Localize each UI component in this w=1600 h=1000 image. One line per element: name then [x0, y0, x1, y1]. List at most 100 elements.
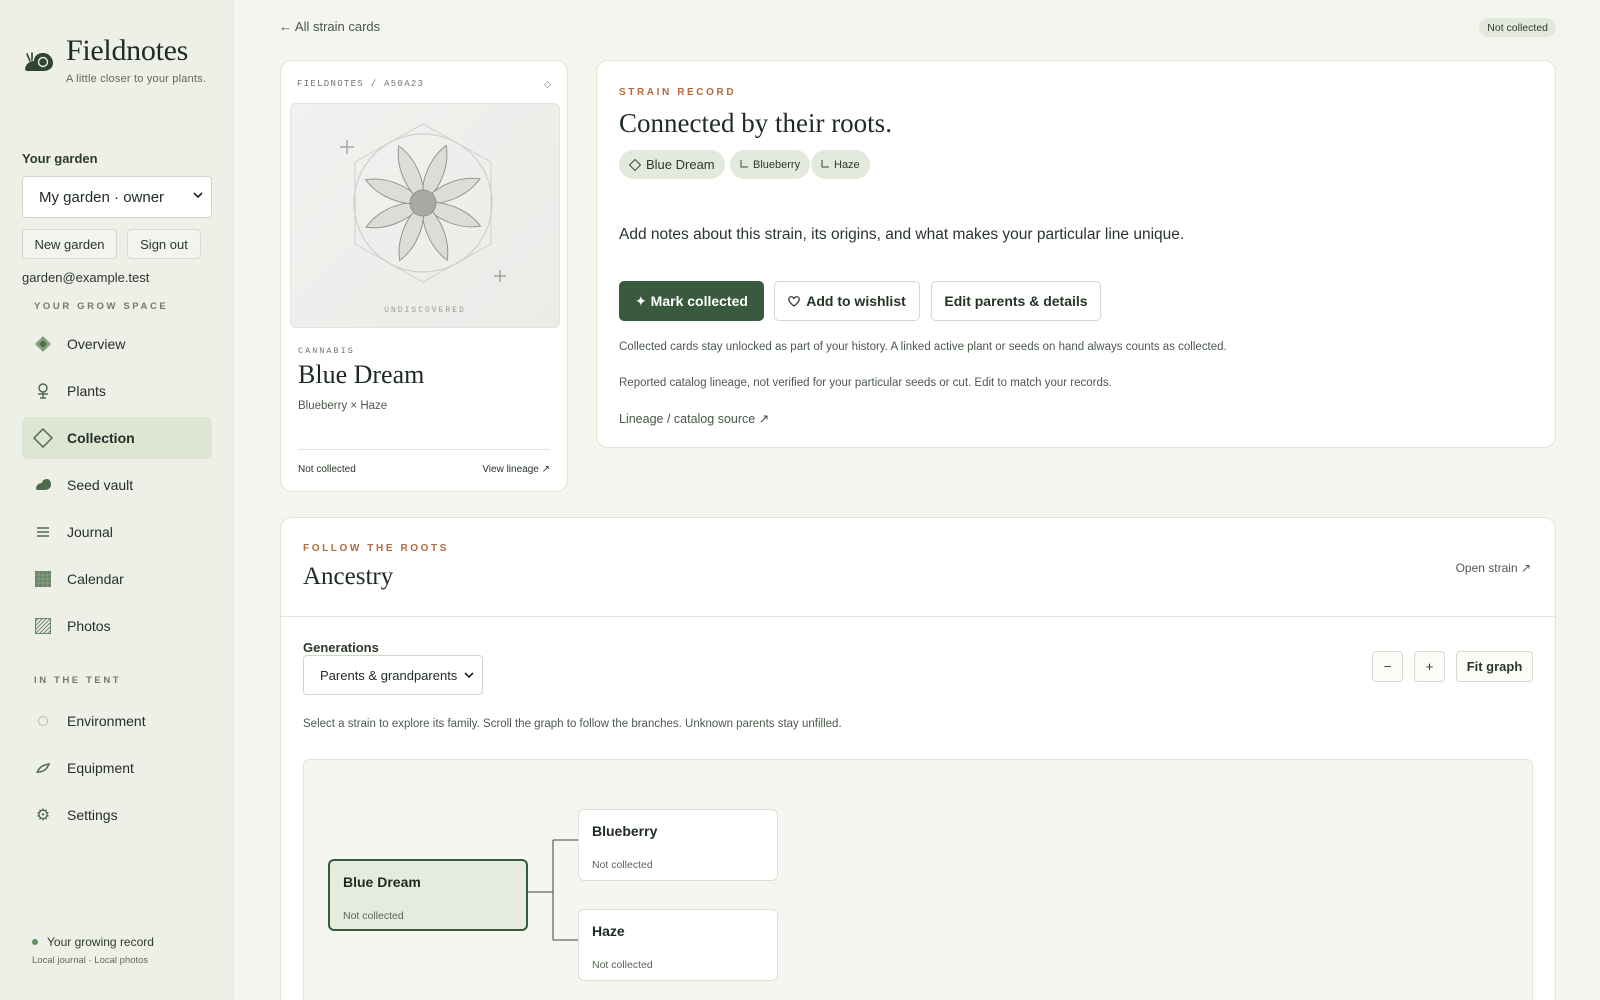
sidebar-item-label: Environment	[67, 713, 146, 729]
sidebar-item-journal[interactable]: Journal	[22, 511, 212, 553]
sidebar-item-label: Collection	[67, 430, 135, 446]
section-eyebrow: FOLLOW THE ROOTS	[303, 543, 450, 554]
sidebar-item-label: Calendar	[67, 571, 124, 587]
sidebar-item-label: Settings	[67, 807, 118, 823]
grid-icon	[32, 568, 54, 590]
sidebar-item-settings[interactable]: ⚙ Settings	[22, 794, 212, 836]
card-lineage: Blueberry × Haze	[298, 400, 388, 412]
heart-icon	[788, 295, 801, 307]
sidebar-item-label: Equipment	[67, 760, 134, 776]
strain-card[interactable]: FIELDNOTES / A50A23 ◇ UNDISCOVERED CANNA…	[280, 60, 568, 492]
sidebar-item-overview[interactable]: Overview	[22, 323, 212, 365]
card-kind: CANNABIS	[298, 346, 355, 356]
brand[interactable]: Fieldnotes A little closer to your plant…	[22, 34, 206, 85]
sign-out-button[interactable]: Sign out	[127, 229, 201, 259]
record-title: Connected by their roots.	[619, 108, 892, 138]
growing-record: Your growing record	[32, 935, 154, 949]
collected-note: Collected cards stay unlocked as part of…	[619, 341, 1227, 353]
edit-parents-button[interactable]: Edit parents & details	[931, 281, 1101, 321]
sidebar-item-label: Seed vault	[67, 477, 134, 493]
sidebar-item-label: Plants	[67, 383, 106, 399]
card-artwork: UNDISCOVERED	[290, 103, 560, 328]
node-status: Not collected	[592, 859, 653, 871]
diamond-icon	[32, 333, 54, 355]
ancestry-node-blueberry[interactable]: Blueberry Not collected	[578, 809, 778, 881]
catalog-source-link[interactable]: Lineage / catalog source ↗	[619, 411, 769, 426]
ancestry-panel: FOLLOW THE ROOTS Ancestry Open strain ↗ …	[280, 517, 1556, 1000]
circle-icon	[32, 710, 54, 732]
sidebar-item-calendar[interactable]: Calendar	[22, 558, 212, 600]
status-badge: Not collected	[1479, 18, 1556, 37]
mark-collected-button[interactable]: ✦ Mark collected	[619, 281, 764, 321]
card-status: Not collected	[298, 464, 356, 475]
hatch-icon	[32, 615, 54, 637]
branch-icon	[740, 160, 748, 168]
chip-parent-blueberry[interactable]: Blueberry	[730, 150, 811, 179]
sidebar-item-plants[interactable]: Plants	[22, 370, 212, 412]
node-name: Haze	[592, 923, 625, 939]
sidebar: Fieldnotes A little closer to your plant…	[0, 0, 234, 1000]
undiscovered-label: UNDISCOVERED	[384, 306, 466, 315]
branch-icon	[821, 160, 829, 168]
brand-tagline: A little closer to your plants.	[66, 73, 207, 85]
chip-parent-haze[interactable]: Haze	[811, 150, 870, 179]
gear-icon: ⚙	[35, 807, 51, 824]
chip-label: Blue Dream	[646, 157, 715, 172]
snail-logo-icon	[25, 52, 53, 71]
chevron-down-icon	[464, 672, 474, 679]
ancestry-help-text: Select a strain to explore its family. S…	[303, 718, 842, 730]
nav-section-grow-space: YOUR GROW SPACE	[34, 301, 169, 312]
card-diamond-icon: ◇	[544, 79, 551, 89]
flower-illustration	[340, 123, 506, 283]
sidebar-item-seed-vault[interactable]: Seed vault	[22, 464, 212, 506]
card-id-line: FIELDNOTES / A50A23	[297, 79, 425, 89]
chip-strain[interactable]: Blue Dream	[619, 150, 725, 179]
node-status: Not collected	[343, 910, 404, 922]
new-garden-button[interactable]: New garden	[22, 229, 117, 259]
open-strain-link[interactable]: Open strain ↗	[1456, 561, 1531, 575]
zoom-out-button[interactable]: −	[1372, 651, 1403, 682]
card-divider	[298, 449, 550, 450]
user-email: garden@example.test	[22, 270, 150, 285]
strain-record-panel: STRAIN RECORD Connected by their roots. …	[596, 60, 1556, 448]
back-to-strain-cards-link[interactable]: ← All strain cards	[279, 19, 380, 34]
sidebar-item-equipment[interactable]: Equipment	[22, 747, 212, 789]
node-name: Blueberry	[592, 823, 658, 839]
fit-graph-button[interactable]: Fit graph	[1456, 651, 1533, 682]
sidebar-item-label: Journal	[67, 524, 113, 540]
garden-select-value: My garden · owner	[39, 188, 165, 206]
card-strain-name: Blue Dream	[298, 360, 425, 389]
status-dot-icon	[32, 939, 38, 945]
strain-description[interactable]: Add notes about this strain, its origins…	[619, 226, 1184, 244]
add-to-wishlist-button[interactable]: Add to wishlist	[774, 281, 920, 321]
garden-label: Your garden	[22, 151, 98, 166]
leaf-icon	[32, 757, 54, 779]
generations-select[interactable]: Parents & grandparents	[303, 655, 483, 695]
ancestry-title: Ancestry	[303, 563, 394, 590]
ancestry-node-haze[interactable]: Haze Not collected	[578, 909, 778, 981]
generations-label: Generations	[303, 640, 379, 655]
sidebar-item-photos[interactable]: Photos	[22, 605, 212, 647]
sidebar-item-environment[interactable]: Environment	[22, 700, 212, 742]
diamond-outline-icon	[629, 158, 641, 171]
chevron-down-icon	[193, 192, 203, 199]
diamond-outline-icon	[32, 427, 54, 449]
garden-select[interactable]: My garden · owner	[22, 176, 212, 218]
node-status: Not collected	[592, 959, 653, 971]
nav-section-tent: IN THE TENT	[34, 675, 122, 686]
chip-label: Haze	[834, 158, 860, 171]
brand-name: Fieldnotes	[66, 34, 188, 67]
chip-label: Blueberry	[753, 158, 801, 171]
sidebar-item-collection[interactable]: Collection	[22, 417, 212, 459]
lines-icon	[32, 521, 54, 543]
lineage-note: Reported catalog lineage, not verified f…	[619, 377, 1112, 389]
plant-icon	[32, 380, 54, 402]
ancestry-node-root[interactable]: Blue Dream Not collected	[328, 859, 528, 931]
growing-record-sub: Local journal · Local photos	[32, 955, 149, 966]
zoom-in-button[interactable]: +	[1414, 651, 1445, 682]
sidebar-item-label: Photos	[67, 618, 111, 634]
view-lineage-link[interactable]: View lineage ↗	[482, 464, 550, 475]
ancestry-graph[interactable]: Blue Dream Not collected Blueberry Not c…	[303, 759, 1533, 1000]
sidebar-item-label: Overview	[67, 336, 126, 352]
node-name: Blue Dream	[343, 874, 421, 890]
